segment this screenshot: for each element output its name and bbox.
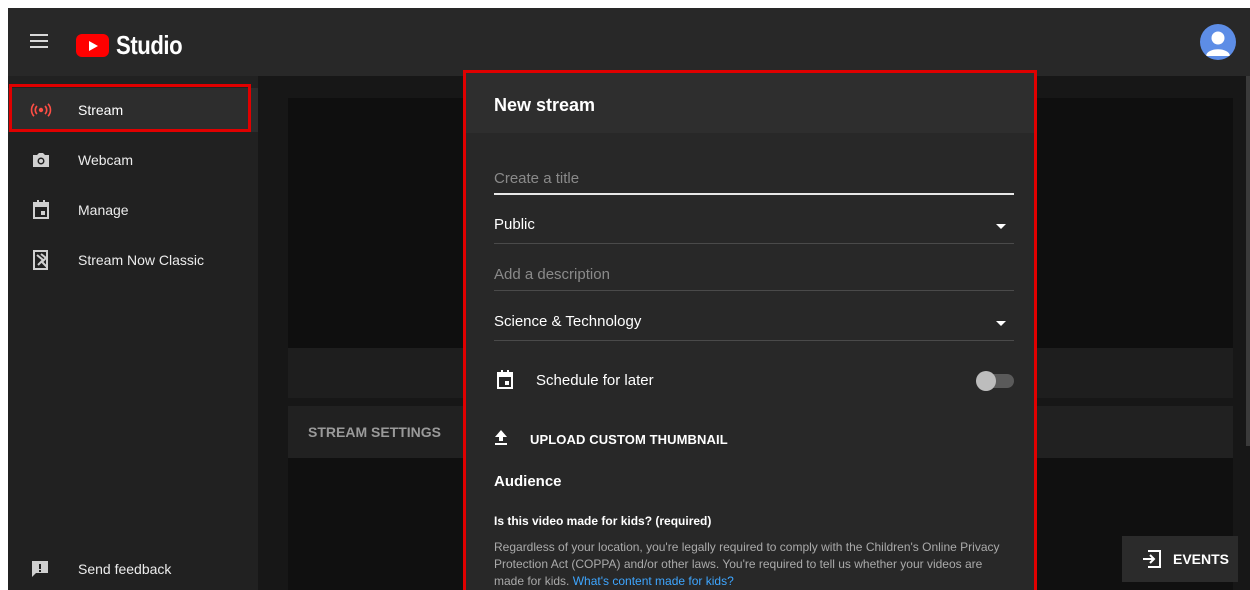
made-for-kids-link[interactable]: What's content made for kids? bbox=[573, 574, 734, 588]
category-select[interactable]: Science & Technology bbox=[494, 307, 1014, 341]
send-feedback-label: Send feedback bbox=[78, 561, 172, 577]
sidebar: Stream Webcam Manage Stream Now Classic … bbox=[8, 76, 258, 590]
youtube-studio-app: Studio Stream Webcam Manage Stream Now C… bbox=[8, 8, 1250, 590]
youtube-play-icon bbox=[76, 34, 109, 57]
toggle-knob bbox=[976, 371, 996, 391]
menu-icon[interactable] bbox=[30, 34, 48, 48]
made-for-kids-question: Is this video made for kids? (required) bbox=[494, 514, 712, 528]
exit-to-events-icon bbox=[1142, 550, 1162, 573]
sidebar-item-label: Manage bbox=[78, 202, 129, 218]
new-stream-dialog: New stream Public Science & Technology bbox=[463, 70, 1037, 590]
tab-stream-settings[interactable]: STREAM SETTINGS bbox=[308, 424, 441, 440]
events-label: EVENTS bbox=[1173, 551, 1230, 567]
audience-heading: Audience bbox=[494, 473, 562, 490]
stream-classic-icon bbox=[30, 249, 52, 271]
visibility-value: Public bbox=[494, 216, 535, 233]
upload-thumbnail-button[interactable]: UPLOAD CUSTOM THUMBNAIL bbox=[494, 427, 728, 451]
scrollbar[interactable] bbox=[1246, 76, 1250, 446]
chevron-down-icon bbox=[996, 321, 1006, 326]
events-button[interactable]: EVENTS bbox=[1122, 536, 1238, 582]
avatar[interactable] bbox=[1200, 24, 1236, 60]
description-input[interactable] bbox=[494, 259, 1014, 291]
sidebar-item-label: Webcam bbox=[78, 152, 133, 168]
schedule-toggle[interactable] bbox=[976, 371, 1014, 391]
dialog-title: New stream bbox=[494, 95, 596, 115]
coppa-description: Regardless of your location, you're lega… bbox=[494, 539, 1014, 590]
dialog-header: New stream bbox=[466, 73, 1034, 133]
studio-logo[interactable]: Studio bbox=[76, 30, 194, 61]
send-feedback-button[interactable]: Send feedback bbox=[8, 551, 258, 587]
user-silhouette-icon bbox=[1206, 31, 1230, 56]
visibility-select[interactable]: Public bbox=[494, 210, 1014, 244]
coppa-text: Regardless of your location, you're lega… bbox=[494, 540, 1000, 588]
sidebar-item-label: Stream Now Classic bbox=[78, 252, 205, 268]
calendar-icon bbox=[30, 199, 52, 221]
upload-thumbnail-label: UPLOAD CUSTOM THUMBNAIL bbox=[530, 431, 728, 447]
calendar-icon bbox=[496, 370, 514, 395]
upload-icon bbox=[494, 429, 508, 450]
title-input[interactable] bbox=[494, 163, 1014, 195]
sidebar-item-stream[interactable]: Stream bbox=[8, 88, 258, 132]
chevron-down-icon bbox=[996, 224, 1006, 229]
camera-icon bbox=[30, 149, 52, 171]
feedback-icon bbox=[30, 559, 50, 584]
schedule-label: Schedule for later bbox=[536, 372, 654, 389]
sidebar-item-label: Stream bbox=[78, 102, 124, 118]
live-broadcast-icon bbox=[30, 99, 52, 121]
sidebar-item-manage[interactable]: Manage bbox=[8, 188, 258, 232]
sidebar-item-stream-now-classic[interactable]: Stream Now Classic bbox=[8, 238, 258, 282]
schedule-row: Schedule for later bbox=[494, 369, 1014, 393]
sidebar-item-webcam[interactable]: Webcam bbox=[8, 138, 258, 182]
top-bar: Studio bbox=[8, 8, 1250, 76]
category-value: Science & Technology bbox=[494, 313, 642, 330]
logo-text: Studio bbox=[116, 30, 183, 60]
